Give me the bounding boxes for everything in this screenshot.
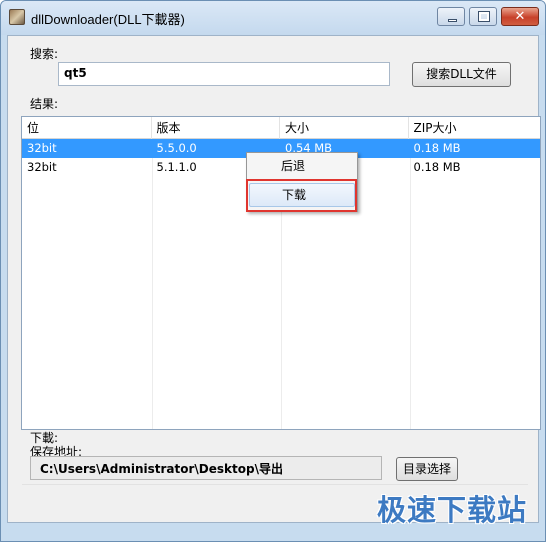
minimize-icon xyxy=(448,19,457,22)
watermark-logo: 极速下载站 xyxy=(376,493,527,527)
window-title: dllDownloader(DLL下載器) xyxy=(31,12,185,27)
save-path-field[interactable]: C:\Users\Administrator\Desktop\导出 xyxy=(30,456,382,480)
cell-bits: 32bit xyxy=(27,160,57,174)
search-dll-button[interactable]: 搜索DLL文件 xyxy=(412,62,511,87)
title-bar[interactable]: dllDownloader(DLL下載器) ✕ xyxy=(1,1,545,35)
context-menu-item-back[interactable]: 后退 xyxy=(249,155,355,177)
cell-zip-size: 0.18 MB xyxy=(413,141,461,155)
cell-bits: 32bit xyxy=(27,141,57,155)
client-area: 搜索: qt5 搜索DLL文件 结果: 位 版本 大小 ZIP大小 32bit … xyxy=(7,35,541,523)
column-header-size[interactable]: 大小 xyxy=(280,117,409,139)
column-divider xyxy=(410,139,411,429)
maximize-button[interactable] xyxy=(469,7,497,26)
choose-directory-button[interactable]: 目录选择 xyxy=(396,457,458,481)
column-divider xyxy=(152,139,153,429)
results-label: 结果: xyxy=(30,97,59,111)
maximize-icon xyxy=(478,11,490,22)
cell-zip-size: 0.18 MB xyxy=(413,160,461,174)
list-header: 位 版本 大小 ZIP大小 xyxy=(22,117,540,139)
minimize-button[interactable] xyxy=(437,7,465,26)
app-icon[interactable] xyxy=(9,9,25,25)
close-icon: ✕ xyxy=(514,9,526,24)
close-button[interactable]: ✕ xyxy=(501,7,539,26)
column-header-bits[interactable]: 位 xyxy=(22,117,152,139)
search-input[interactable]: qt5 xyxy=(58,62,390,86)
app-window: dllDownloader(DLL下載器) ✕ 搜索: qt5 搜索DLL文件 … xyxy=(0,0,546,542)
caption-buttons: ✕ xyxy=(433,7,539,27)
column-header-zip-size[interactable]: ZIP大小 xyxy=(409,117,540,139)
highlight-annotation-box xyxy=(246,179,357,212)
column-header-version[interactable]: 版本 xyxy=(152,117,280,139)
search-label: 搜索: xyxy=(30,47,59,61)
